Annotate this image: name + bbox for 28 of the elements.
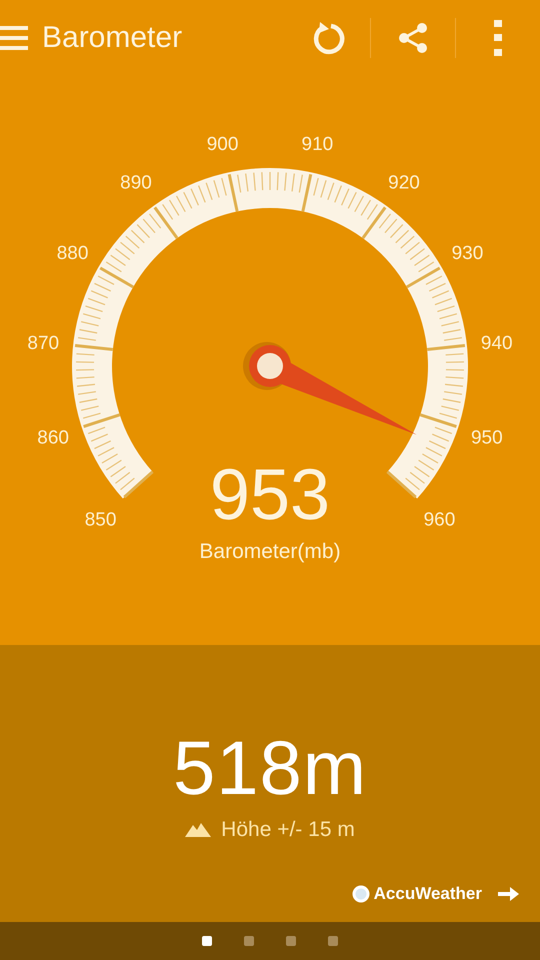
arrow-icon <box>498 886 520 902</box>
accuweather-link[interactable]: AccuWeather <box>352 884 520 904</box>
page-indicator[interactable] <box>328 936 338 946</box>
mountain-icon <box>185 823 212 837</box>
scale-label: 870 <box>27 333 60 354</box>
page-indicator[interactable] <box>286 936 296 946</box>
sun-icon <box>352 885 370 903</box>
more-icon <box>494 20 502 56</box>
scale-label: 950 <box>471 427 503 448</box>
scale-label: 920 <box>388 172 420 194</box>
altitude-accuracy: Höhe +/- 15 m <box>221 818 355 842</box>
scale-label: 930 <box>452 243 484 264</box>
menu-icon <box>0 25 28 51</box>
share-icon <box>397 22 429 54</box>
scale-label: 940 <box>480 333 513 354</box>
scale-label: 850 <box>84 510 116 531</box>
scale-label: 900 <box>206 134 238 155</box>
scale-label: 860 <box>37 427 69 448</box>
page-indicator[interactable] <box>202 936 212 946</box>
scale-label: 880 <box>56 243 88 264</box>
unit-label: Barometer(mb) <box>199 540 341 563</box>
page-indicator[interactable] <box>244 936 254 946</box>
altitude-value: 518m <box>172 725 368 812</box>
pressure-reading: 953 <box>210 455 330 535</box>
scale-label: 890 <box>120 172 152 194</box>
scale-label: 910 <box>302 134 334 155</box>
scale-label: 960 <box>424 510 456 531</box>
app-title: Barometer <box>42 21 184 55</box>
